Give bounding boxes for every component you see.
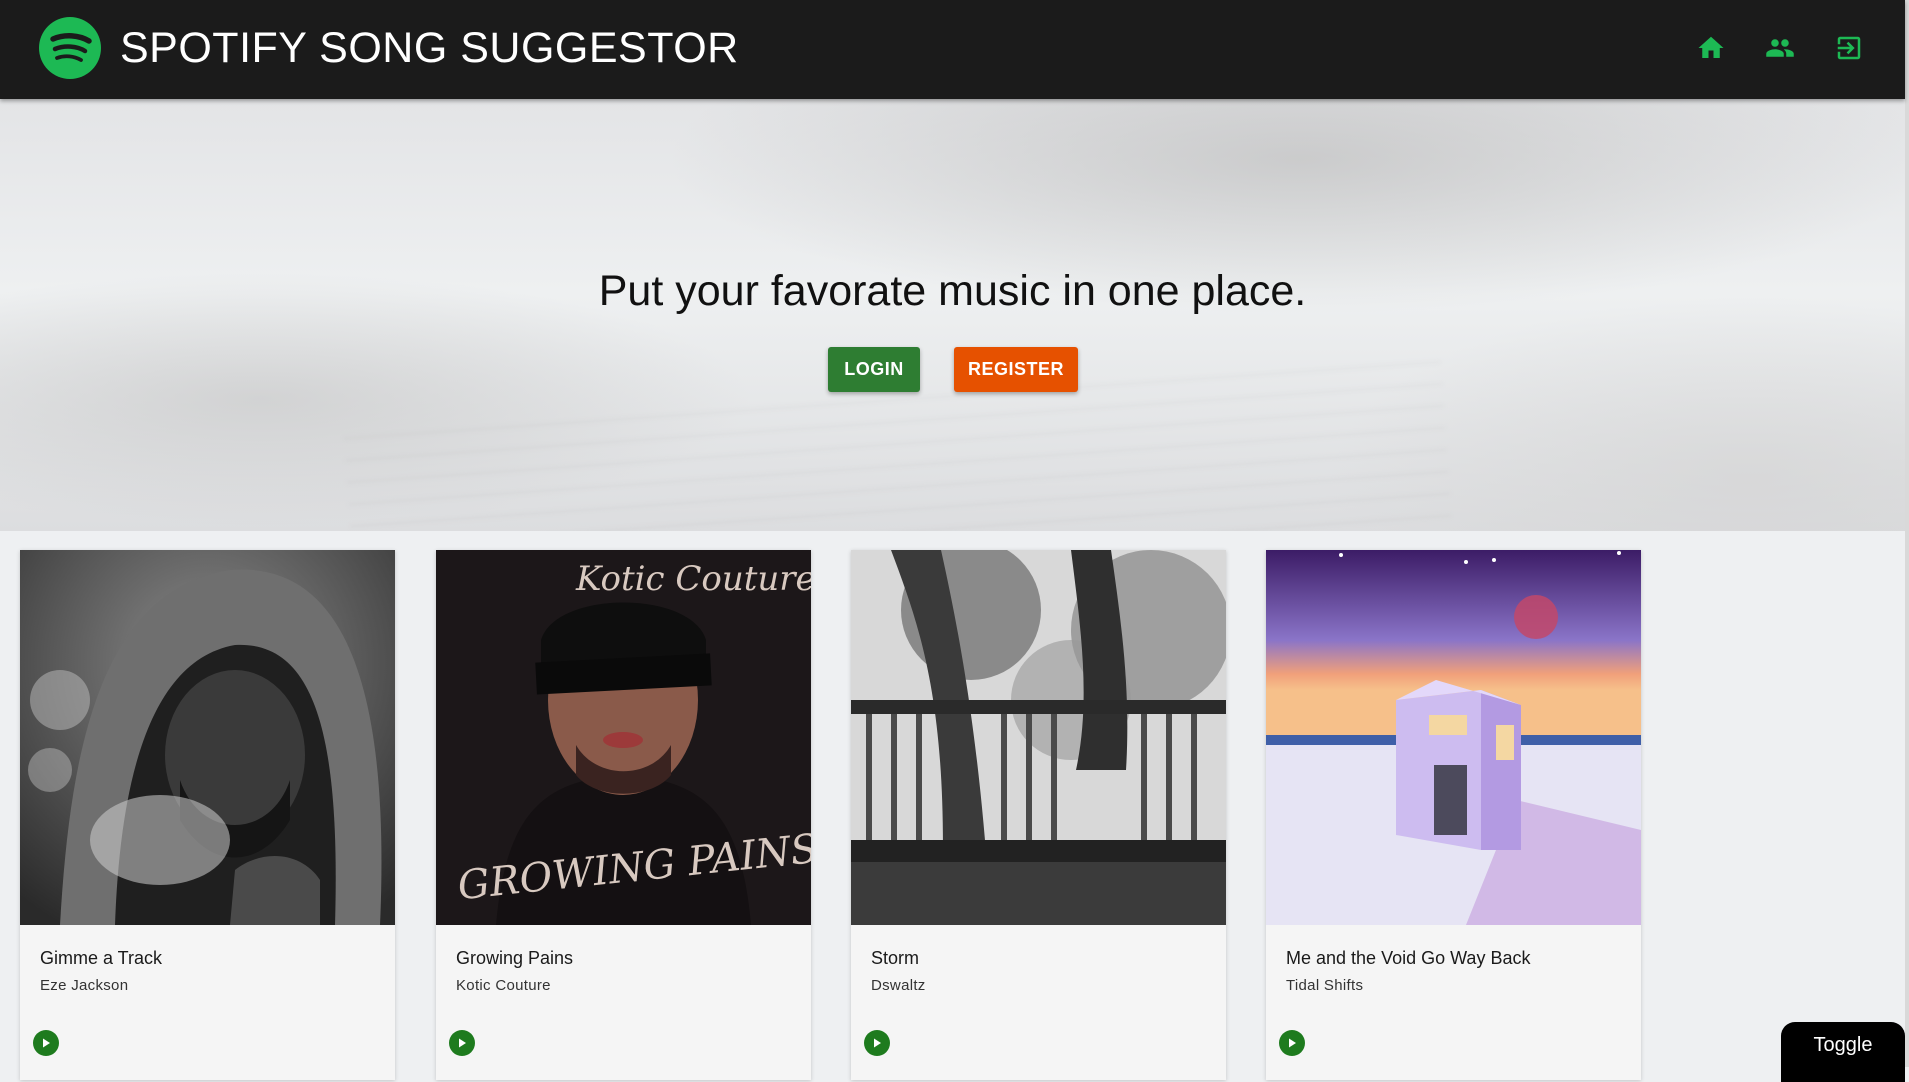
nav-login-button[interactable] [1829, 28, 1869, 68]
page-scrollbar[interactable] [1905, 0, 1909, 1067]
theme-toggle-button[interactable]: Toggle [1781, 1022, 1905, 1082]
song-card[interactable]: Kotic Couture GROWING PAINS Growing Pain… [436, 550, 811, 1080]
song-card[interactable]: Me and the Void Go Way Back Tidal Shifts [1266, 550, 1641, 1080]
play-button[interactable] [1279, 1030, 1305, 1056]
song-artist: Kotic Couture [456, 977, 551, 994]
song-title[interactable]: Growing Pains [456, 948, 573, 969]
album-cover-image: Kotic Couture GROWING PAINS [436, 550, 811, 925]
play-button[interactable] [449, 1030, 475, 1056]
song-card[interactable]: Storm Dswaltz [851, 550, 1226, 1080]
song-artist: Eze Jackson [40, 977, 129, 994]
spotify-logo-icon[interactable] [39, 17, 101, 79]
app-bar: SPOTIFY SONG SUGGESTOR [0, 0, 1905, 99]
play-icon [874, 1038, 881, 1048]
app-title[interactable]: SPOTIFY SONG SUGGESTOR [120, 22, 739, 74]
play-icon [43, 1038, 50, 1048]
album-cover-image [1266, 550, 1641, 925]
hero-headline: Put your favorate music in one place. [598, 267, 1307, 315]
song-artist: Dswaltz [871, 977, 926, 994]
play-button[interactable] [864, 1030, 890, 1056]
people-icon [1766, 39, 1794, 57]
play-button[interactable] [33, 1030, 59, 1056]
cover-artist-lettering: Kotic Couture [575, 559, 811, 599]
song-title[interactable]: Gimme a Track [40, 948, 162, 969]
login-icon [1837, 36, 1861, 60]
play-icon [1289, 1038, 1296, 1048]
nav-users-button[interactable] [1760, 28, 1800, 68]
hero-banner: Put your favorate music in one place. LO… [0, 99, 1905, 531]
song-card[interactable]: Gimme a Track Eze Jackson [20, 550, 395, 1080]
nav-home-button[interactable] [1691, 28, 1731, 68]
play-icon [459, 1038, 466, 1048]
login-button[interactable]: LOGIN [828, 347, 920, 392]
register-button[interactable]: REGISTER [954, 347, 1078, 392]
song-artist: Tidal Shifts [1286, 977, 1364, 994]
song-title[interactable]: Me and the Void Go Way Back [1286, 948, 1530, 969]
album-cover-image [851, 550, 1226, 925]
album-cover-image [20, 550, 395, 925]
home-icon [1698, 36, 1724, 58]
song-title[interactable]: Storm [871, 948, 919, 969]
